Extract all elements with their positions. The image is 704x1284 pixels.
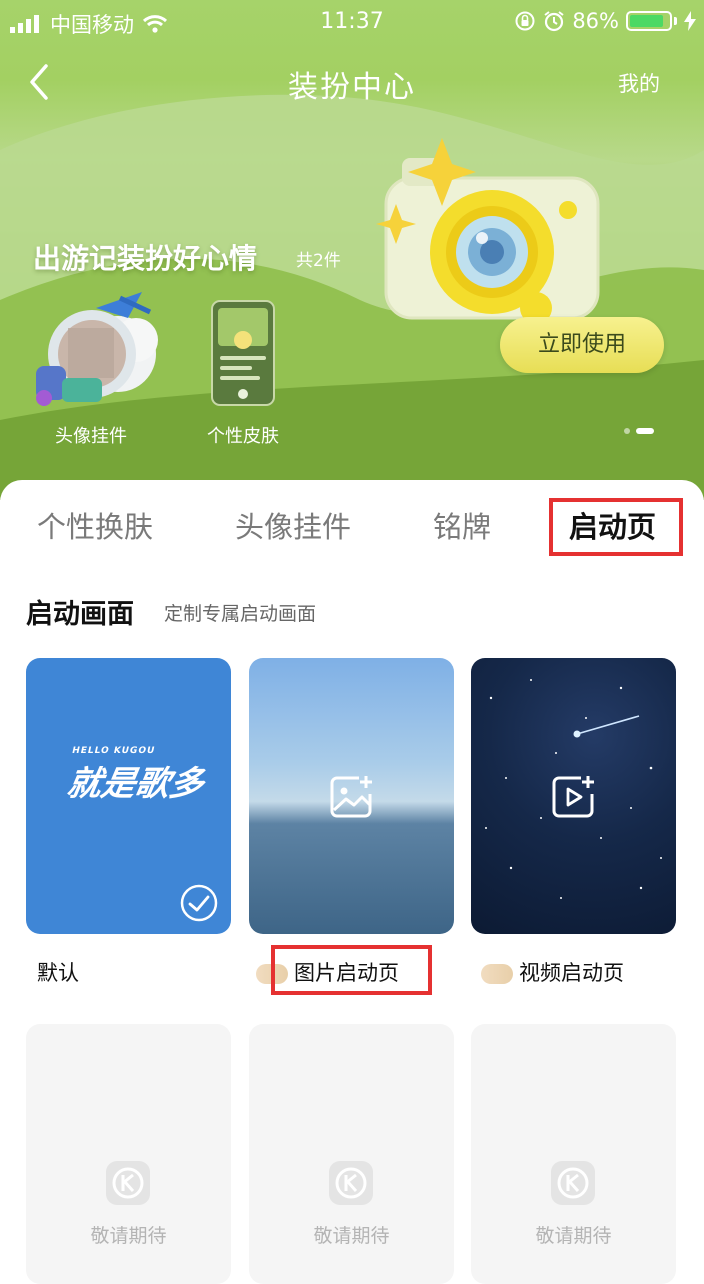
charging-icon — [684, 11, 696, 31]
card-label-video: 视频启动页 — [519, 961, 624, 985]
battery-percent: 86% — [572, 9, 619, 33]
rotation-lock-icon — [515, 11, 535, 31]
section-title: 启动画面 — [26, 599, 134, 630]
carousel-dot-active — [636, 428, 654, 434]
kugou-logo-icon — [106, 1161, 150, 1205]
banner-item-label-skin: 个性皮肤 — [207, 426, 279, 447]
avatar-pendant-thumbnail[interactable] — [32, 288, 160, 412]
status-bar: 中国移动 11:37 86% — [0, 0, 704, 44]
mine-link[interactable]: 我的 — [618, 68, 660, 98]
banner-item-label-avatar: 头像挂件 — [55, 426, 127, 447]
tab-skin[interactable]: 个性换肤 — [37, 504, 153, 546]
camera-illustration — [376, 138, 600, 324]
battery-icon — [626, 11, 672, 31]
battery-cap — [674, 17, 677, 25]
alarm-icon — [544, 11, 564, 32]
carousel-dot — [624, 428, 630, 434]
promo-count: 共2件 — [296, 251, 341, 271]
splash-card-default[interactable]: HELLO KUGOU 就是歌多 — [26, 658, 231, 934]
default-card-small-text: HELLO KUGOU — [70, 746, 157, 756]
add-image-icon — [330, 776, 372, 818]
splash-card-video[interactable] — [471, 658, 676, 934]
section-subtitle: 定制专属启动画面 — [164, 603, 317, 625]
page-title: 装扮中心 — [288, 70, 416, 105]
carousel-indicator — [624, 428, 654, 434]
selected-check-icon — [180, 884, 218, 922]
use-now-button[interactable]: 立即使用 — [500, 317, 664, 373]
add-video-icon — [552, 776, 594, 818]
vip-chip-icon — [256, 964, 288, 984]
battery-level — [630, 15, 663, 27]
card-label-image-row: 图片启动页 — [256, 957, 399, 987]
kugou-logo-icon — [551, 1161, 595, 1205]
promo-title: 出游记装扮好心情 — [33, 242, 258, 275]
tab-nameplate[interactable]: 铭牌 — [433, 504, 491, 546]
status-right: 86% — [514, 9, 696, 33]
card-label-image: 图片启动页 — [294, 961, 399, 985]
card-label-default: 默认 — [37, 961, 79, 985]
default-card-slogan: 就是歌多 — [63, 764, 207, 804]
skin-thumbnail[interactable] — [211, 300, 275, 406]
vip-chip-icon — [481, 964, 513, 984]
nav-bar: 装扮中心 我的 — [0, 52, 704, 112]
splash-card-image[interactable] — [249, 658, 454, 934]
kugou-logo-icon — [329, 1161, 373, 1205]
content-sheet: 个性换肤 头像挂件 铭牌 启动页 启动画面 定制专属启动画面 HELLO KUG… — [0, 480, 704, 1284]
coming-soon-label: 敬请期待 — [90, 1225, 167, 1247]
hero-banner: 中国移动 11:37 86% 装扮中心 我的 出游记装扮好心情 共2件 头像挂件… — [0, 0, 704, 500]
tab-avatar-pendant[interactable]: 头像挂件 — [235, 504, 351, 546]
coming-soon-label: 敬请期待 — [313, 1225, 390, 1247]
coming-soon-label: 敬请期待 — [535, 1225, 612, 1247]
tab-splash[interactable]: 启动页 — [569, 504, 656, 546]
card-label-video-row: 视频启动页 — [481, 957, 624, 987]
